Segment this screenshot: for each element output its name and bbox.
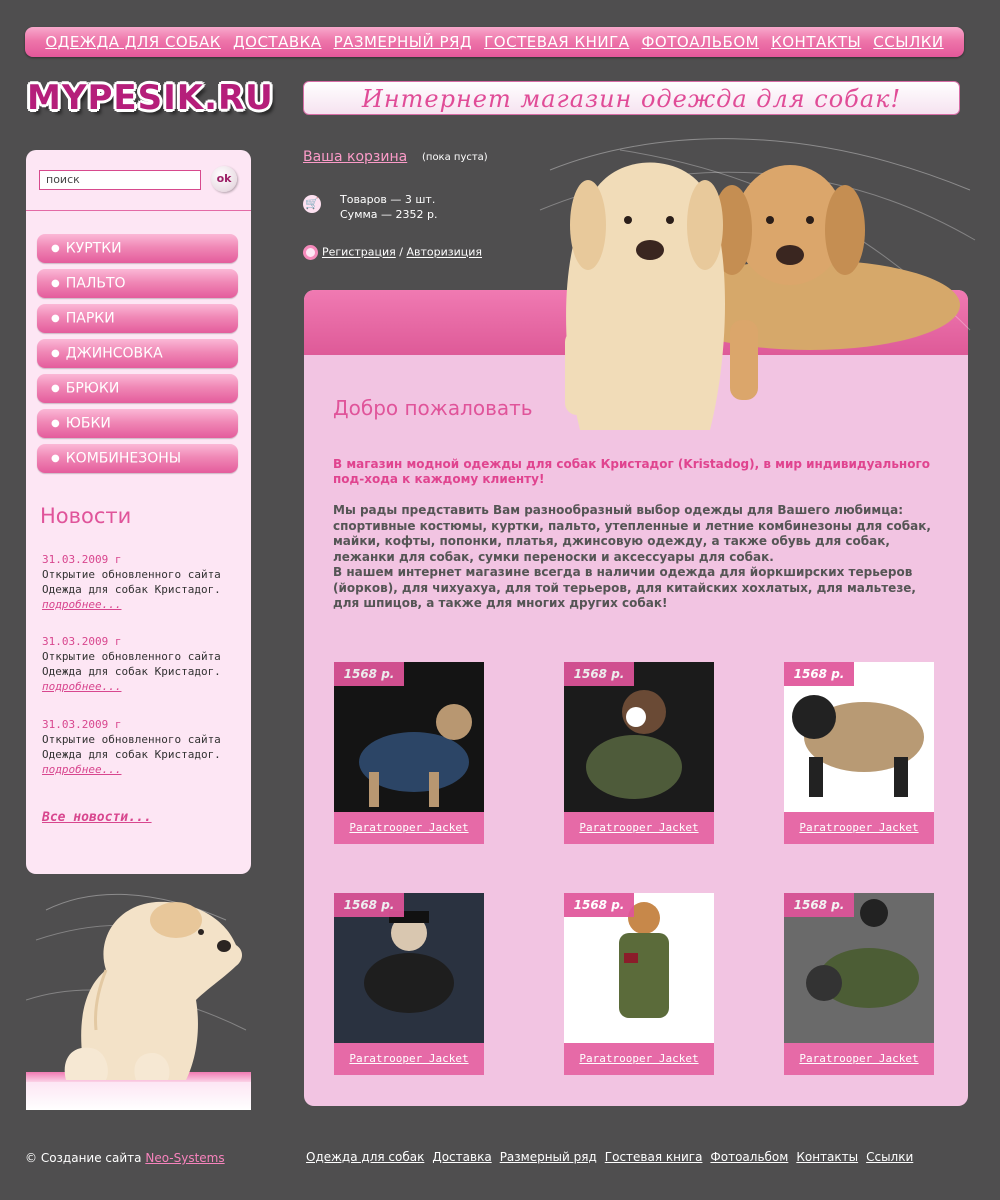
product-card[interactable]: 1568 р. Paratrooper Jacket	[334, 662, 484, 844]
price-badge: 1568 р.	[334, 893, 404, 917]
product-card[interactable]: 1568 р. Paratrooper Jacket	[564, 662, 714, 844]
all-news-link[interactable]: Все новости...	[42, 810, 152, 825]
price-badge: 1568 р.	[784, 662, 854, 686]
footer-link-links[interactable]: Ссылки	[866, 1150, 913, 1164]
news-text: Открытие обновленного сайта Одежда для с…	[42, 733, 221, 761]
site-logo[interactable]: MYPESIK.RU	[27, 78, 274, 118]
news-date: 31.03.2009 г	[42, 553, 122, 566]
footer-navigation: Одежда для собак Доставка Размерный ряд …	[306, 1150, 913, 1164]
auth-links: Регистрация / Авторизиция	[303, 245, 482, 260]
cart-items-count: Товаров — 3 шт.	[340, 193, 436, 206]
left-sidebar: поиск ok ● КУРТКИ ● ПАЛЬТО ● ПАРКИ ● ДЖИНСОВ…	[26, 150, 251, 874]
cart-status: (пока пуста)	[422, 152, 488, 163]
nav-link-contacts[interactable]: КОНТАКТЫ	[771, 33, 861, 51]
news-heading: Новости	[40, 504, 132, 528]
nav-link-guestbook[interactable]: ГОСТЕВАЯ КНИГА	[484, 33, 629, 51]
category-label: БРЮКИ	[65, 380, 120, 397]
copyright-text: © Создание сайта	[25, 1151, 142, 1165]
bullet-icon: ●	[51, 278, 60, 289]
product-card[interactable]: 1568 р. Paratrooper Jacket	[784, 662, 934, 844]
nav-link-links[interactable]: ССЫЛКИ	[873, 33, 943, 51]
category-denim[interactable]: ● ДЖИНСОВКА	[37, 339, 238, 368]
category-label: ПАРКИ	[65, 310, 115, 327]
product-name-link[interactable]: Paratrooper Jacket	[564, 1043, 714, 1075]
nav-link-photoalbum[interactable]: ФОТОАЛЬБОМ	[642, 33, 760, 51]
news-item: 31.03.2009 г Открытие обновленного сайта…	[42, 634, 242, 694]
footer-link-contacts[interactable]: Контакты	[796, 1150, 858, 1164]
news-item: 31.03.2009 г Открытие обновленного сайта…	[42, 717, 242, 777]
footer-credits: © Создание сайта Neo-Systems	[25, 1151, 225, 1165]
search-input[interactable]: поиск	[39, 170, 201, 190]
cart-summary: Товаров — 3 шт. Сумма — 2352 р.	[340, 192, 438, 222]
news-item: 31.03.2009 г Открытие обновленного сайта…	[42, 552, 242, 612]
cart-link[interactable]: Ваша корзина	[303, 149, 407, 165]
news-date: 31.03.2009 г	[42, 635, 122, 648]
news-text: Открытие обновленного сайта Одежда для с…	[42, 568, 221, 596]
category-menu: ● КУРТКИ ● ПАЛЬТО ● ПАРКИ ● ДЖИНСОВКА ● БРЮКИ…	[37, 234, 238, 479]
news-more-link[interactable]: подробнее...	[42, 679, 242, 694]
product-name-link[interactable]: Paratrooper Jacket	[334, 1043, 484, 1075]
price-badge: 1568 р.	[784, 893, 854, 917]
bullet-icon: ●	[51, 383, 60, 394]
bullet-icon: ●	[51, 313, 60, 324]
puppy-illustration	[26, 893, 251, 1110]
nav-link-clothes[interactable]: ОДЕЖДА ДЛЯ СОБАК	[45, 33, 221, 51]
category-parkas[interactable]: ● ПАРКИ	[37, 304, 238, 333]
price-badge: 1568 р.	[564, 662, 634, 686]
category-coats[interactable]: ● ПАЛЬТО	[37, 269, 238, 298]
product-name-link[interactable]: Paratrooper Jacket	[334, 812, 484, 844]
shopping-cart-icon[interactable]: 🛒	[303, 195, 321, 213]
news-date: 31.03.2009 г	[42, 718, 122, 731]
bullet-icon: ●	[51, 243, 60, 254]
category-label: КОМБИНЕЗОНЫ	[65, 450, 182, 467]
news-more-link[interactable]: подробнее...	[42, 597, 242, 612]
bullet-icon: ●	[51, 348, 60, 359]
news-text: Открытие обновленного сайта Одежда для с…	[42, 650, 221, 678]
footer-link-delivery[interactable]: Доставка	[432, 1150, 491, 1164]
search-ok-button[interactable]: ok	[211, 166, 237, 192]
product-name-link[interactable]: Paratrooper Jacket	[784, 812, 934, 844]
developer-link[interactable]: Neo-Systems	[145, 1151, 224, 1165]
product-name-link[interactable]: Paratrooper Jacket	[784, 1043, 934, 1075]
footer-link-sizes[interactable]: Размерный ряд	[500, 1150, 597, 1164]
product-card[interactable]: 1568 р. Paratrooper Jacket	[334, 893, 484, 1075]
footer-link-photoalbum[interactable]: Фотоальбом	[710, 1150, 788, 1164]
nav-link-sizes[interactable]: РАЗМЕРНЫЙ РЯД	[334, 33, 473, 51]
category-skirts[interactable]: ● ЮБКИ	[37, 409, 238, 438]
category-trousers[interactable]: ● БРЮКИ	[37, 374, 238, 403]
sidebar-divider	[26, 210, 251, 211]
bullet-icon: ●	[51, 418, 60, 429]
footer-link-clothes[interactable]: Одежда для собак	[306, 1150, 424, 1164]
category-overalls[interactable]: ● КОМБИНЕЗОНЫ	[37, 444, 238, 473]
price-badge: 1568 р.	[334, 662, 404, 686]
register-link[interactable]: Регистрация	[322, 246, 396, 259]
nav-link-delivery[interactable]: ДОСТАВКА	[233, 33, 322, 51]
bullet-icon: ●	[51, 453, 60, 464]
category-label: КУРТКИ	[65, 240, 122, 257]
product-card[interactable]: 1568 р. Paratrooper Jacket	[564, 893, 714, 1075]
price-badge: 1568 р.	[564, 893, 634, 917]
ring-icon	[303, 245, 318, 260]
puppies-illustration	[539, 138, 976, 430]
auth-separator: /	[399, 245, 403, 259]
intro-highlight: В магазин модной одежды для собак Криста…	[333, 457, 930, 486]
top-navigation: ОДЕЖДА ДЛЯ СОБАК ДОСТАВКА РАЗМЕРНЫЙ РЯД …	[25, 27, 964, 57]
login-link[interactable]: Авторизиция	[406, 246, 482, 259]
product-name-link[interactable]: Paratrooper Jacket	[564, 812, 714, 844]
category-label: ДЖИНСОВКА	[65, 345, 163, 362]
product-card[interactable]: 1568 р. Paratrooper Jacket	[784, 893, 934, 1075]
category-label: ПАЛЬТО	[65, 275, 126, 292]
category-jackets[interactable]: ● КУРТКИ	[37, 234, 238, 263]
site-slogan: Интернет магазин одежда для собак!	[303, 81, 960, 115]
news-more-link[interactable]: подробнее...	[42, 762, 242, 777]
category-label: ЮБКИ	[65, 415, 111, 432]
cart-total: Сумма — 2352 р.	[340, 208, 438, 221]
footer-link-guestbook[interactable]: Гостевая книга	[605, 1150, 703, 1164]
intro-text: Мы рады представить Вам разнообразный вы…	[333, 503, 931, 610]
